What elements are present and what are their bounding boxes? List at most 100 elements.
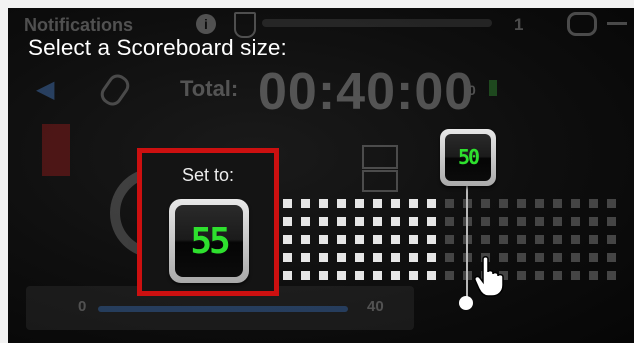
grid-cell[interactable] bbox=[535, 253, 544, 262]
grid-cell[interactable] bbox=[589, 253, 598, 262]
grid-cell[interactable] bbox=[553, 253, 562, 262]
grid-cell[interactable] bbox=[607, 217, 616, 226]
grid-cell[interactable] bbox=[445, 217, 454, 226]
grid-cell[interactable] bbox=[283, 217, 292, 226]
grid-cell[interactable] bbox=[535, 235, 544, 244]
grid-cell[interactable] bbox=[553, 217, 562, 226]
size-grid[interactable] bbox=[0, 0, 634, 343]
grid-cell[interactable] bbox=[373, 235, 382, 244]
grid-cell[interactable] bbox=[409, 235, 418, 244]
grid-cell[interactable] bbox=[319, 199, 328, 208]
grid-cell[interactable] bbox=[517, 271, 526, 280]
grid-cell[interactable] bbox=[391, 217, 400, 226]
grid-cell[interactable] bbox=[445, 253, 454, 262]
grid-cell[interactable] bbox=[607, 271, 616, 280]
grid-cell[interactable] bbox=[589, 217, 598, 226]
grid-cell[interactable] bbox=[301, 217, 310, 226]
grid-cell[interactable] bbox=[445, 235, 454, 244]
grid-cell[interactable] bbox=[319, 253, 328, 262]
grid-cell[interactable] bbox=[391, 235, 400, 244]
grid-cell[interactable] bbox=[409, 253, 418, 262]
grid-cell[interactable] bbox=[283, 235, 292, 244]
grid-cell[interactable] bbox=[571, 199, 580, 208]
grid-cell[interactable] bbox=[427, 217, 436, 226]
grid-cell[interactable] bbox=[409, 217, 418, 226]
grid-cell[interactable] bbox=[427, 253, 436, 262]
grid-cell[interactable] bbox=[517, 253, 526, 262]
grid-cell[interactable] bbox=[409, 199, 418, 208]
grid-cell[interactable] bbox=[355, 271, 364, 280]
grid-cell[interactable] bbox=[607, 253, 616, 262]
hover-size-tile: 50 bbox=[440, 129, 496, 186]
grid-cell[interactable] bbox=[499, 217, 508, 226]
grid-cell[interactable] bbox=[499, 199, 508, 208]
hover-size-value: 50 bbox=[457, 145, 480, 169]
grid-cell[interactable] bbox=[283, 199, 292, 208]
grid-cell[interactable] bbox=[481, 217, 490, 226]
grid-cell[interactable] bbox=[517, 235, 526, 244]
grid-cell[interactable] bbox=[571, 235, 580, 244]
grid-cell[interactable] bbox=[481, 235, 490, 244]
window-edge-top bbox=[0, 0, 634, 8]
grid-cell[interactable] bbox=[373, 199, 382, 208]
grid-cell[interactable] bbox=[535, 271, 544, 280]
grid-cell[interactable] bbox=[301, 253, 310, 262]
grid-cell[interactable] bbox=[301, 235, 310, 244]
grid-cell[interactable] bbox=[517, 199, 526, 208]
grid-cell[interactable] bbox=[589, 199, 598, 208]
grid-cell[interactable] bbox=[553, 271, 562, 280]
hand-pointer-icon bbox=[474, 256, 504, 297]
grid-cell[interactable] bbox=[301, 199, 310, 208]
grid-cell[interactable] bbox=[283, 271, 292, 280]
grid-cell[interactable] bbox=[571, 217, 580, 226]
grid-cell[interactable] bbox=[337, 253, 346, 262]
grid-cell[interactable] bbox=[607, 235, 616, 244]
grid-cell[interactable] bbox=[373, 217, 382, 226]
grid-cell[interactable] bbox=[337, 271, 346, 280]
grid-cell[interactable] bbox=[553, 235, 562, 244]
current-size-tile: 55 bbox=[169, 199, 249, 283]
grid-cell[interactable] bbox=[373, 253, 382, 262]
grid-cell[interactable] bbox=[427, 271, 436, 280]
grid-cell[interactable] bbox=[445, 199, 454, 208]
grid-cell[interactable] bbox=[391, 271, 400, 280]
grid-cell[interactable] bbox=[553, 199, 562, 208]
grid-cell[interactable] bbox=[427, 235, 436, 244]
grid-cell[interactable] bbox=[535, 199, 544, 208]
grid-cell[interactable] bbox=[427, 199, 436, 208]
hover-indicator-stem bbox=[466, 186, 468, 302]
grid-cell[interactable] bbox=[571, 253, 580, 262]
grid-cell[interactable] bbox=[319, 217, 328, 226]
grid-cell[interactable] bbox=[391, 199, 400, 208]
set-to-panel: Set to: 55 bbox=[137, 148, 279, 296]
grid-cell[interactable] bbox=[355, 253, 364, 262]
grid-cell[interactable] bbox=[373, 271, 382, 280]
grid-cell[interactable] bbox=[589, 235, 598, 244]
grid-cell[interactable] bbox=[409, 271, 418, 280]
grid-cell[interactable] bbox=[391, 253, 400, 262]
grid-cell[interactable] bbox=[355, 235, 364, 244]
grid-cell[interactable] bbox=[499, 235, 508, 244]
grid-cell[interactable] bbox=[319, 235, 328, 244]
grid-cell[interactable] bbox=[355, 217, 364, 226]
grid-cell[interactable] bbox=[283, 253, 292, 262]
hover-indicator-knob[interactable] bbox=[459, 296, 473, 310]
grid-cell[interactable] bbox=[301, 271, 310, 280]
grid-cell[interactable] bbox=[337, 235, 346, 244]
grid-cell[interactable] bbox=[571, 271, 580, 280]
grid-cell[interactable] bbox=[445, 271, 454, 280]
grid-cell[interactable] bbox=[481, 199, 490, 208]
grid-cell[interactable] bbox=[337, 217, 346, 226]
grid-cell[interactable] bbox=[355, 199, 364, 208]
scoreboard-size-overlay: Notifications i 1 ◀ Total: 00:40:00 0 0 … bbox=[0, 0, 634, 343]
grid-cell[interactable] bbox=[319, 271, 328, 280]
grid-cell[interactable] bbox=[607, 199, 616, 208]
grid-cell[interactable] bbox=[517, 217, 526, 226]
grid-cell[interactable] bbox=[337, 199, 346, 208]
grid-cell[interactable] bbox=[535, 217, 544, 226]
grid-cell[interactable] bbox=[589, 271, 598, 280]
set-to-label: Set to: bbox=[181, 165, 235, 185]
hover-size-display: 50 bbox=[445, 134, 491, 181]
window-edge-left bbox=[0, 0, 8, 343]
current-size-value: 55 bbox=[190, 221, 230, 262]
